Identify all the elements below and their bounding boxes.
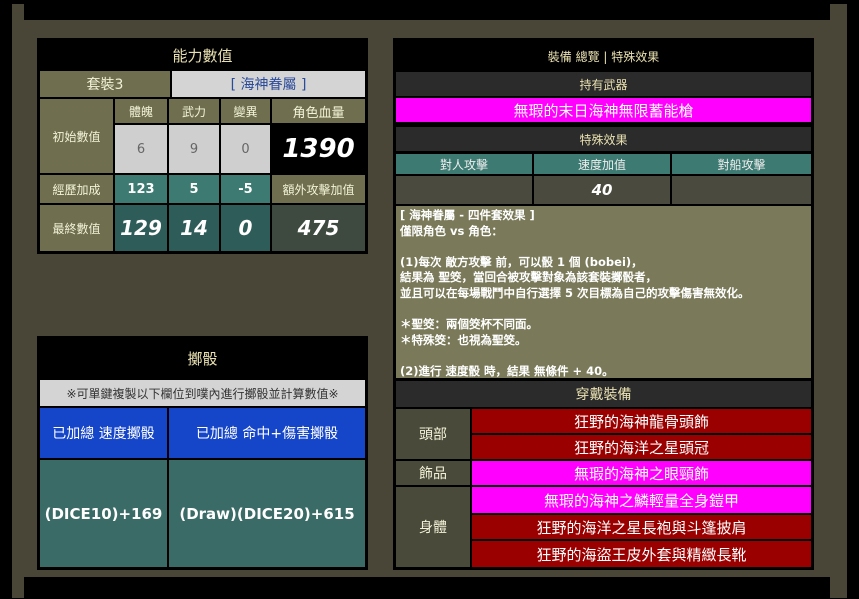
body-label: 身體: [396, 487, 470, 567]
set-label: 套裝3: [40, 71, 170, 97]
val-ship: [672, 176, 811, 204]
effect-line: [400, 302, 807, 318]
top-bar: [24, 0, 830, 20]
hit-dice-header: 已加總 命中+傷害擲骰: [169, 408, 365, 458]
dice-title: 擲骰: [187, 349, 218, 368]
hp-value: 1390: [272, 125, 365, 173]
head-item-1: 狂野的海神龍骨頭飾: [472, 409, 811, 433]
header-force: 武力: [169, 99, 219, 123]
head-item-2: 狂野的海洋之星頭冠: [472, 435, 811, 459]
weapon-name: 無瑕的末日海神無限蓄能槍: [396, 98, 811, 122]
equip-title: 裝備 總覽 | 特殊效果: [547, 49, 660, 64]
final-body: 129: [115, 205, 167, 251]
header-mutation: 變異: [221, 99, 270, 123]
hit-dice-value[interactable]: (Draw)(DICE20)+615: [169, 460, 365, 567]
val-person: [396, 176, 532, 204]
effect-line: [400, 348, 807, 364]
extra-attack-value: 475: [272, 205, 365, 251]
body-item-2: 狂野的海洋之星長袍與斗篷披肩: [472, 515, 811, 539]
body-item-1: 無瑕的海神之鱗輕量全身鎧甲: [472, 487, 811, 513]
effect-text: [ 海神眷屬 - 四件套效果 ] 僅限角色 vs 角色： (1)每次 敵方攻擊 前，…: [396, 206, 811, 378]
initial-label: 初始數值: [40, 99, 113, 173]
col-ship: 對船攻擊: [672, 154, 811, 174]
special-label: 特殊效果: [396, 127, 811, 151]
bottom-bar: [24, 577, 830, 599]
effect-line: 並且可以在每場戰鬥中自行選擇 5 次目標為自己的攻擊傷害無效化。: [400, 285, 750, 300]
effect-line: [400, 239, 807, 255]
extra-attack-label: 額外攻擊加值: [272, 175, 365, 203]
effect-line: (2)進行 速度骰 時，結果 無條件 + 40。: [400, 363, 614, 378]
exp-body: 123: [115, 175, 167, 203]
exp-mutation: -5: [221, 175, 270, 203]
effect-line: ＊特殊筊：也視為聖筊。: [400, 332, 527, 347]
col-speed: 速度加值: [534, 154, 670, 174]
dice-note: ※可單鍵複製以下欄位到噗內進行擲骰並計算數值※: [40, 380, 365, 406]
stats-title: 能力數值: [172, 46, 233, 65]
speed-dice-header: 已加總 速度擲骰: [40, 408, 167, 458]
effect-line: [ 海神眷屬 - 四件套效果 ]: [400, 208, 535, 222]
final-label: 最終數值: [40, 205, 113, 251]
header-hp: 角色血量: [272, 99, 365, 123]
accessory-label: 飾品: [396, 461, 470, 485]
effect-line: 僅限角色 vs 角色：: [400, 223, 503, 238]
col-person: 對人攻擊: [396, 154, 532, 174]
effect-box: [ 海神眷屬 - 四件套效果 ] 僅限角色 vs 角色： (1)每次 敵方攻擊 前，…: [396, 206, 811, 378]
final-mutation: 0: [221, 205, 270, 251]
val-speed: 40: [534, 176, 670, 204]
initial-force: 9: [169, 125, 219, 173]
initial-mutation: 0: [221, 125, 270, 173]
effect-line: 結果為 聖筊，當回合被攻擊對象為該套裝擲骰者，: [400, 270, 658, 285]
initial-body: 6: [115, 125, 167, 173]
wear-label: 穿戴裝備: [396, 381, 811, 407]
speed-dice-value[interactable]: (DICE10)+169: [40, 460, 167, 567]
effect-line: (1)每次 敵方攻擊 前，可以骰 1 個 (bobei)，: [400, 254, 643, 269]
header-body: 體魄: [115, 99, 167, 123]
weapon-label: 持有武器: [396, 72, 811, 96]
exp-force: 5: [169, 175, 219, 203]
final-force: 14: [169, 205, 219, 251]
set-name: [ 海神眷屬 ]: [172, 71, 365, 97]
accessory-item-1: 無瑕的海神之眼頸飾: [472, 461, 811, 485]
head-label: 頭部: [396, 409, 470, 459]
effect-line: ＊聖筊：兩個筊杯不同面。: [400, 317, 538, 332]
exp-label: 經歷加成: [40, 175, 113, 203]
body-item-3: 狂野的海盜王皮外套與精緻長靴: [472, 541, 811, 567]
